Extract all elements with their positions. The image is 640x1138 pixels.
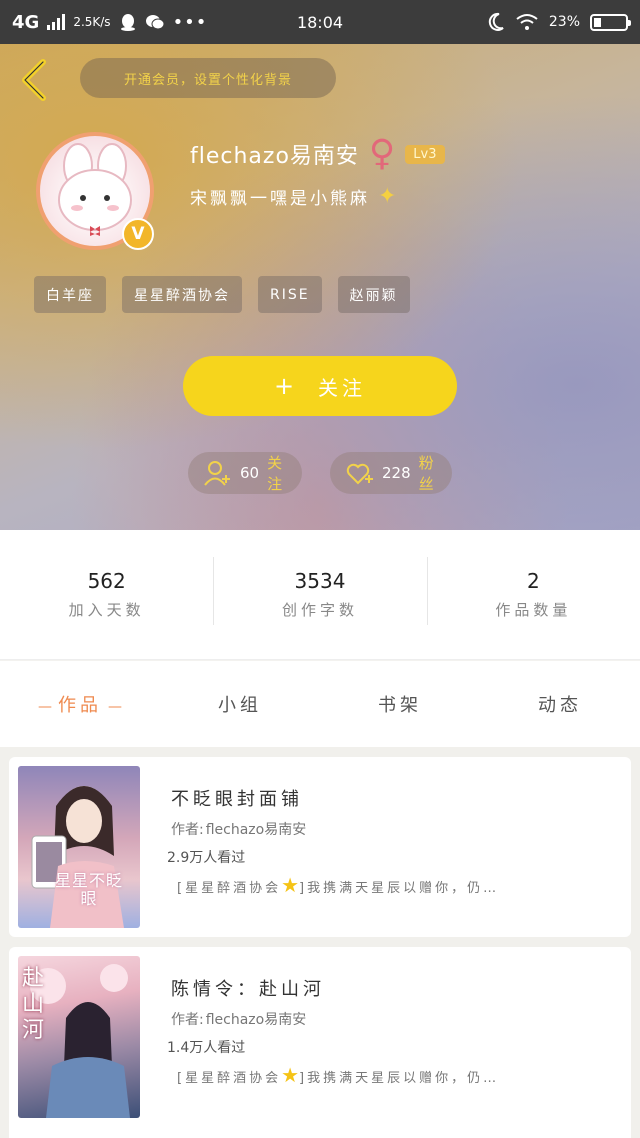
profile-tabs: 作品 小组 书架 动态 bbox=[0, 661, 640, 747]
work-card[interactable]: 星星不眨眼 不眨眼封面铺 作者: flechazo易南安 2.9万人看过 [星星… bbox=[9, 757, 631, 937]
sparkle-icon: ✦ bbox=[378, 184, 397, 209]
wechat-icon bbox=[145, 15, 165, 30]
follow-button[interactable]: + 关注 bbox=[183, 356, 457, 416]
work-author: 作者: flechazo易南安 bbox=[171, 819, 306, 839]
chevron-left-icon bbox=[22, 59, 46, 101]
tag-rise[interactable]: RISE bbox=[258, 276, 322, 313]
tab-works[interactable]: 作品 bbox=[0, 691, 160, 717]
desc-open: [星星醉酒协会 bbox=[177, 1071, 282, 1086]
moon-icon bbox=[488, 12, 504, 31]
signature: 宋飘飘一嘿是小熊麻 bbox=[190, 189, 370, 209]
following-button[interactable]: 60 关注 bbox=[188, 452, 302, 494]
fans-label: 粉丝 bbox=[418, 454, 436, 493]
back-button[interactable] bbox=[14, 58, 54, 102]
cover-title: 赴山河 bbox=[22, 966, 45, 1043]
battery-percent: 23% bbox=[548, 14, 580, 30]
tab-activity[interactable]: 动态 bbox=[480, 691, 640, 717]
author-prefix: 作者: bbox=[171, 822, 204, 838]
stat-label: 作品数量 bbox=[495, 601, 572, 619]
username: flechazo易南安 bbox=[190, 144, 359, 169]
author-name: flechazo易南安 bbox=[205, 822, 307, 838]
desc-open: [星星醉酒协会 bbox=[177, 881, 282, 896]
tag-zodiac[interactable]: 白羊座 bbox=[34, 276, 106, 313]
desc-close: ]我携满天星辰以赠你，仍… bbox=[299, 1071, 500, 1086]
work-description: [星星醉酒协会★]我携满天星辰以赠你，仍… bbox=[177, 1063, 617, 1087]
profile-stats: 562 加入天数 3534 创作字数 2 作品数量 bbox=[0, 530, 640, 660]
following-count: 60 bbox=[240, 464, 260, 482]
work-title: 不眨眼封面铺 bbox=[171, 789, 303, 810]
vip-background-banner[interactable]: 开通会员，设置个性化背景 bbox=[80, 58, 336, 98]
tag-club[interactable]: 星星醉酒协会 bbox=[122, 276, 242, 313]
qq-icon bbox=[120, 14, 135, 31]
signal-icon bbox=[47, 14, 66, 30]
network-type: 4G bbox=[12, 11, 40, 33]
network-speed: 2.5K/s bbox=[73, 15, 111, 29]
follow-label: 关注 bbox=[318, 375, 367, 400]
more-icon: ••• bbox=[172, 11, 208, 33]
work-card[interactable]: 赴山河 陈情令：赴山河 作者: flechazo易南安 1.4万人看过 [星星醉… bbox=[9, 947, 631, 1138]
works-list: 星星不眨眼 不眨眼封面铺 作者: flechazo易南安 2.9万人看过 [星星… bbox=[0, 747, 640, 1138]
stat-label: 加入天数 bbox=[68, 601, 145, 619]
status-bar: 4G 2.5K/s ••• 18:04 23% bbox=[0, 0, 640, 44]
stat-works-count: 2 作品数量 bbox=[426, 557, 640, 625]
work-cover: 星星不眨眼 bbox=[18, 766, 140, 928]
work-description: [星星醉酒协会★]我携满天星辰以赠你，仍… bbox=[177, 873, 617, 897]
work-author: 作者: flechazo易南安 bbox=[171, 1009, 306, 1029]
work-cover: 赴山河 bbox=[18, 956, 140, 1118]
stat-label: 创作字数 bbox=[281, 601, 358, 619]
desc-close: ]我携满天星辰以赠你，仍… bbox=[299, 881, 500, 896]
stat-value: 562 bbox=[87, 569, 126, 593]
level-badge: Lv3 bbox=[405, 144, 445, 164]
author-prefix: 作者: bbox=[171, 1012, 204, 1028]
stat-days-joined: 562 加入天数 bbox=[0, 569, 213, 620]
profile-header: 开通会员，设置个性化背景 V flechazo易南安 ♀ Lv3 宋飘飘一嘿是小… bbox=[0, 44, 640, 530]
work-views: 2.9万人看过 bbox=[167, 850, 246, 866]
work-title: 陈情令：赴山河 bbox=[171, 979, 325, 1000]
author-name: flechazo易南安 bbox=[205, 1012, 307, 1028]
star-icon: ★ bbox=[281, 1063, 300, 1087]
fans-count: 228 bbox=[382, 464, 411, 482]
tag-idol[interactable]: 赵丽颖 bbox=[337, 276, 410, 313]
stat-value: 2 bbox=[526, 569, 540, 593]
tab-groups[interactable]: 小组 bbox=[160, 691, 320, 717]
user-plus-icon bbox=[204, 461, 230, 486]
fans-button[interactable]: 228 粉丝 bbox=[330, 452, 452, 494]
stat-words-written: 3534 创作字数 bbox=[213, 557, 426, 625]
stat-value: 3534 bbox=[294, 569, 346, 593]
work-views: 1.4万人看过 bbox=[167, 1040, 246, 1056]
female-icon: ♀ bbox=[368, 133, 396, 174]
following-label: 关注 bbox=[267, 454, 285, 493]
verified-badge: V bbox=[122, 218, 154, 250]
wifi-icon bbox=[516, 14, 538, 30]
cover-title: 星星不眨眼 bbox=[54, 871, 123, 908]
plus-icon: + bbox=[273, 372, 299, 400]
heart-plus-icon bbox=[346, 463, 373, 485]
tab-bookshelf[interactable]: 书架 bbox=[320, 691, 480, 717]
tag-list: 白羊座 星星醉酒协会 RISE 赵丽颖 bbox=[34, 276, 410, 313]
battery-icon bbox=[590, 13, 631, 31]
star-icon: ★ bbox=[281, 873, 300, 897]
